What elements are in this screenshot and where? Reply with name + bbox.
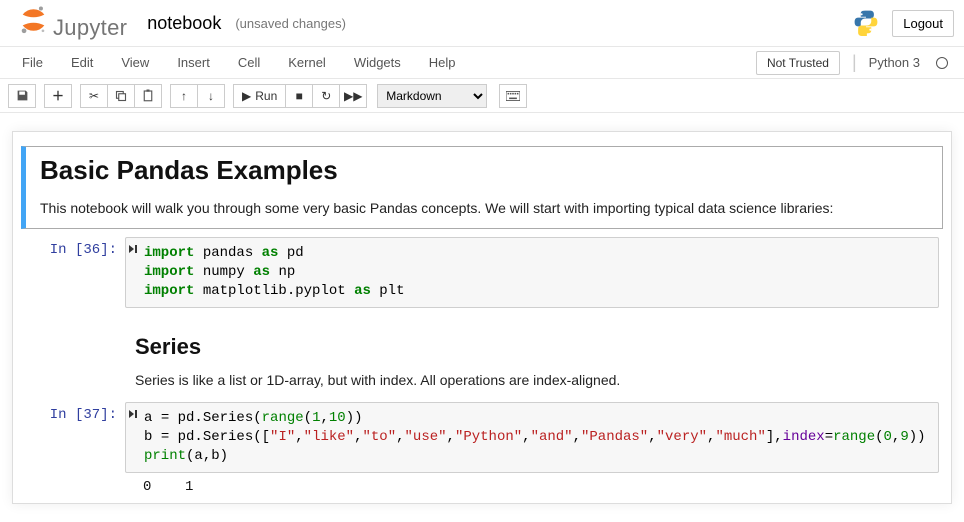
copy-icon [115, 90, 127, 102]
save-status: (unsaved changes) [235, 16, 346, 31]
save-icon [16, 89, 29, 102]
jupyter-logo[interactable]: Jupyter [20, 5, 127, 41]
play-icon: ▶ [242, 89, 251, 103]
menu-help[interactable]: Help [415, 49, 470, 76]
run-label: Run [255, 89, 277, 103]
move-down-button[interactable]: ↓ [197, 84, 225, 108]
run-button[interactable]: ▶ Run [233, 84, 286, 108]
cut-icon: ✂ [89, 89, 99, 103]
menu-widgets[interactable]: Widgets [340, 49, 415, 76]
command-palette-button[interactable] [499, 84, 527, 108]
notebook-area[interactable]: Basic Pandas Examples This notebook will … [12, 131, 952, 504]
restart-icon: ↻ [321, 89, 331, 103]
menu-view[interactable]: View [107, 49, 163, 76]
plus-icon: ＋ [52, 87, 64, 104]
code-text[interactable]: a = pd.Series(range(1,10)) b = pd.Series… [144, 409, 932, 466]
jupyter-text: Jupyter [53, 15, 127, 41]
cut-button[interactable]: ✂ [80, 84, 108, 108]
insert-cell-button[interactable]: ＋ [44, 84, 72, 108]
jupyter-planet-icon [20, 5, 47, 35]
paste-icon [142, 89, 154, 102]
menu-edit[interactable]: Edit [57, 49, 107, 76]
restart-button[interactable]: ↻ [312, 84, 340, 108]
code-cell[interactable]: In [36]: import pandas as pd import numpy… [21, 233, 943, 312]
move-up-button[interactable]: ↑ [170, 84, 198, 108]
markdown-paragraph: This notebook will walk you through some… [40, 198, 924, 218]
code-text[interactable]: import pandas as pd import numpy as np i… [144, 244, 932, 301]
interrupt-button[interactable]: ■ [285, 84, 313, 108]
kernel-name[interactable]: Python 3 [869, 55, 920, 70]
copy-button[interactable] [107, 84, 135, 108]
save-button[interactable] [8, 84, 36, 108]
markdown-heading: Series [135, 334, 925, 360]
fast-forward-icon: ▶▶ [344, 89, 362, 103]
menu-file[interactable]: File [8, 49, 57, 76]
markdown-heading: Basic Pandas Examples [40, 155, 924, 186]
cell-type-select[interactable]: CodeMarkdownRaw NBConvertHeading [377, 84, 487, 108]
markdown-cell[interactable]: Basic Pandas Examples This notebook will … [21, 146, 943, 229]
separator: | [852, 52, 857, 73]
keyboard-icon [506, 91, 520, 101]
notebook-name[interactable]: notebook [141, 11, 227, 36]
input-prompt: In [37]: [25, 402, 125, 495]
trust-badge[interactable]: Not Trusted [756, 51, 840, 75]
paste-button[interactable] [134, 84, 162, 108]
python-logo-icon [852, 8, 880, 39]
code-input[interactable]: import pandas as pd import numpy as np i… [125, 237, 939, 308]
stop-icon: ■ [296, 89, 303, 103]
restart-run-all-button[interactable]: ▶▶ [339, 84, 367, 108]
step-forward-icon [128, 409, 144, 466]
menu-kernel[interactable]: Kernel [274, 49, 340, 76]
kernel-idle-icon [936, 57, 948, 69]
step-forward-icon [128, 244, 144, 301]
logout-button[interactable]: Logout [892, 10, 954, 37]
markdown-cell[interactable]: Series Series is like a list or 1D-array,… [21, 316, 943, 394]
input-prompt: In [36]: [25, 237, 125, 308]
arrow-down-icon: ↓ [208, 89, 214, 103]
output-text: 0 1 [125, 473, 939, 495]
arrow-up-icon: ↑ [181, 89, 187, 103]
markdown-paragraph: Series is like a list or 1D-array, but w… [135, 370, 925, 390]
menu-insert[interactable]: Insert [163, 49, 224, 76]
code-cell[interactable]: In [37]: a = pd.Series(range(1,10)) b = p… [21, 398, 943, 499]
code-input[interactable]: a = pd.Series(range(1,10)) b = pd.Series… [125, 402, 939, 473]
menu-cell[interactable]: Cell [224, 49, 274, 76]
